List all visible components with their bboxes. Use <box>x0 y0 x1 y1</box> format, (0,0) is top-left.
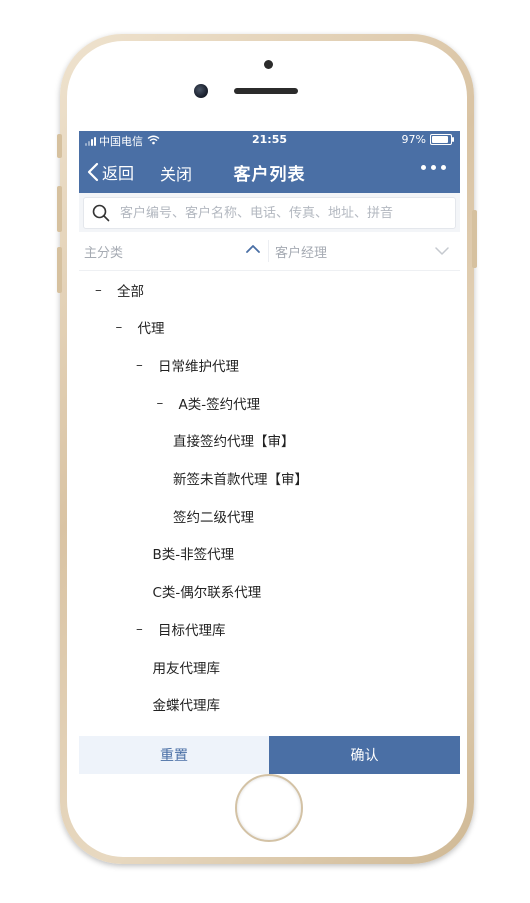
collapse-icon[interactable]: – <box>157 395 169 411</box>
chevron-up-icon <box>246 245 260 253</box>
tree-node-label: B类-非签代理 <box>152 547 235 564</box>
tree-node[interactable]: 直接签约代理【审】 <box>173 422 295 459</box>
tree-node[interactable]: – A类-签约代理 <box>157 384 261 421</box>
proximity-sensor <box>264 60 273 69</box>
status-right: 97% <box>401 133 454 146</box>
tree-node[interactable]: B类-非签代理 <box>153 535 235 572</box>
front-camera <box>194 84 208 98</box>
tree-node-label: 新签未首款代理【审】 <box>173 472 308 488</box>
home-button[interactable] <box>235 774 303 842</box>
tree-node-label: 日常维护代理 <box>158 358 239 375</box>
tree-node[interactable]: 签约二级代理 <box>173 497 254 534</box>
tree-node-label: 目标代理库 <box>158 622 226 639</box>
battery-icon <box>430 134 454 145</box>
filter-divider <box>268 240 269 262</box>
bottom-action-bar: 重置 确认 <box>79 736 460 774</box>
collapse-icon[interactable]: – <box>116 319 128 335</box>
tree-node-label: 全部 <box>117 283 144 300</box>
filter-bar: 主分类 客户经理 <box>79 232 460 271</box>
tree-node-label: 金蝶代理库 <box>152 698 221 715</box>
earpiece-speaker <box>234 88 298 94</box>
collapse-icon[interactable]: – <box>95 282 107 298</box>
tree-node[interactable]: 金蝶代理库 <box>153 686 221 723</box>
account-manager-label: 客户经理 <box>275 245 328 261</box>
confirm-button[interactable]: 确认 <box>269 736 460 774</box>
volume-down-button <box>57 247 62 293</box>
more-dot-icon <box>431 165 436 170</box>
battery-percent: 97% <box>401 133 426 146</box>
volume-up-button <box>57 186 62 232</box>
account-manager-filter[interactable]: 客户经理 <box>275 232 455 270</box>
tree-node-label: 直接签约代理【审】 <box>173 434 295 451</box>
nav-bar: 返回 关闭 客户列表 <box>79 149 460 193</box>
search-icon <box>92 204 110 222</box>
mute-switch <box>57 134 62 158</box>
chevron-down-icon <box>435 247 449 255</box>
tree-node[interactable]: – 目标代理库 <box>136 610 226 647</box>
more-dot-icon <box>441 165 446 170</box>
app-screen: 中国电信 21:55 97% 返回 关闭 客户列表 客户编号、客户名称、电话、传… <box>79 131 460 774</box>
main-category-filter[interactable]: 主分类 <box>84 232 264 270</box>
search-area <box>79 193 460 232</box>
search-input[interactable] <box>118 204 442 222</box>
collapse-icon[interactable]: – <box>136 357 148 373</box>
category-tree: – 全部 – 代理 – 日常维护代理 – A类-签约代理 直接签约代理【审】 新签未首款代理【审】… <box>79 270 460 736</box>
tree-node[interactable]: 新签未首款代理【审】 <box>173 460 308 497</box>
tree-node-label: 签约二级代理 <box>173 509 254 526</box>
more-menu-button[interactable] <box>421 165 446 170</box>
tree-node[interactable]: – 全部 <box>95 271 144 308</box>
status-bar: 中国电信 21:55 97% <box>79 131 460 149</box>
collapse-icon[interactable]: – <box>136 621 148 637</box>
tree-node[interactable]: C类-偶尔联系代理 <box>153 573 262 610</box>
search-box[interactable] <box>83 197 456 229</box>
power-button <box>472 210 477 268</box>
tree-node[interactable]: – 日常维护代理 <box>136 346 239 383</box>
tree-node[interactable]: – 代理 <box>116 309 165 346</box>
tree-node-label: C类-偶尔联系代理 <box>152 585 262 602</box>
tree-node-label: 代理 <box>137 321 165 338</box>
reset-button[interactable]: 重置 <box>79 736 269 774</box>
tree-node-label: 用友代理库 <box>152 660 221 677</box>
tree-node[interactable]: 用友代理库 <box>153 648 221 685</box>
main-category-label: 主分类 <box>84 245 124 261</box>
page-title: 客户列表 <box>233 165 306 185</box>
more-dot-icon <box>421 165 426 170</box>
tree-node-label: A类-签约代理 <box>178 396 261 413</box>
